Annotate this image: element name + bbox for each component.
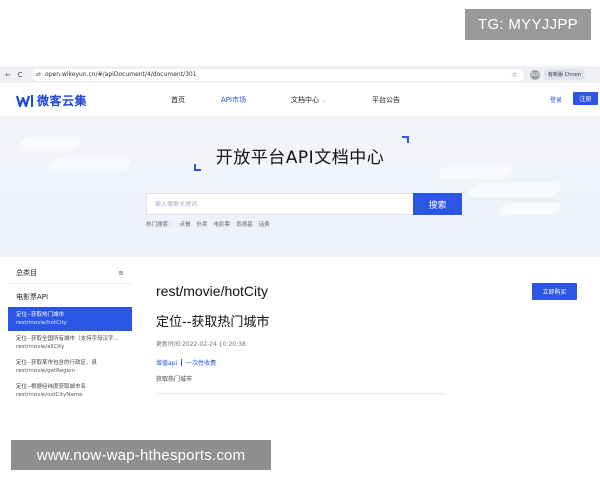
hot-term[interactable]: 肯德基: [236, 220, 253, 228]
buy-now-button[interactable]: 立即购买: [532, 283, 577, 300]
api-name: 定位--获取热门城市: [156, 315, 270, 330]
logo-text: 微客云集: [37, 94, 88, 108]
sidebar-item-path: rest/movie/allCity: [16, 344, 65, 350]
chevron-down-icon: ⌄: [322, 98, 327, 104]
sidebar-item-all-city[interactable]: 定位--获取全国所有城市（支持字母汉字... rest/movie/allCit…: [8, 331, 132, 355]
nav-notice[interactable]: 平台公告: [372, 95, 400, 105]
hero-decoration: [496, 203, 564, 215]
hot-term[interactable]: 点餐: [180, 220, 191, 228]
nav-home[interactable]: 首页: [171, 95, 185, 105]
sidebar-item-title: 定位--获取全国所有城市（支持字母汉字...: [16, 336, 119, 342]
hot-term[interactable]: 话费: [259, 220, 270, 228]
nav-doc-center[interactable]: 文档中心 ⌄: [291, 95, 326, 105]
logo-mark-icon: [16, 94, 34, 108]
url-text: open.wikeyun.cn/#/apiDocument/4/document…: [45, 71, 197, 78]
tag-one-time-fee[interactable]: 一次性收费: [186, 358, 216, 367]
sidebar-item-region[interactable]: 定位--获取某市包含的行政区、县 rest/movie/getRegion: [8, 355, 132, 379]
hot-search-row: 热门搜索： 点餐 外卖 电影票 肯德基 话费: [146, 220, 270, 228]
hero-banner: 开放平台API文档中心 搜索 热门搜索： 点餐 外卖 电影票 肯德基 话费: [0, 117, 600, 257]
sidebar-item-path: rest/movie/ostCityName: [16, 392, 83, 398]
nav-api-market[interactable]: API市场: [221, 95, 246, 105]
top-navigation: 微客云集 首页 API市场 文档中心 ⌄ 平台公告 登录 注册: [0, 83, 600, 117]
corner-bracket-icon: [402, 136, 409, 143]
filter-icon[interactable]: ≡: [118, 269, 124, 277]
sidebar-title: 总类目: [16, 268, 37, 277]
bookmark-star-icon[interactable]: ☆: [511, 70, 518, 79]
nav-doc-center-label: 文档中心: [291, 96, 319, 104]
sidebar-category[interactable]: 电影票API: [8, 284, 132, 307]
sidebar-header: 总类目 ≡: [8, 262, 132, 284]
sidebar-item-city-name[interactable]: 定位--根据经纬度获取城市名 rest/movie/ostCityName: [8, 379, 132, 403]
divider: [156, 393, 446, 394]
extension-icon[interactable]: SEO: [530, 69, 540, 80]
url-overlay-banner: www.now-wap-hthesports.com: [11, 440, 271, 470]
login-link[interactable]: 登录: [550, 95, 562, 104]
register-button[interactable]: 注册: [573, 92, 598, 105]
sidebar-item-path: rest/movie/getRegion: [16, 368, 76, 374]
updated-time: 更新时间:2022-02-24 10:20:38: [156, 341, 246, 348]
tag-value-added[interactable]: 增值api: [156, 358, 177, 367]
api-detail-panel: rest/movie/hotCity 立即购买 定位--获取热门城市 更新时间:…: [146, 262, 592, 412]
category-sidebar: 总类目 ≡ 电影票API 定位--获取热门城市 rest/movie/hotCi…: [8, 262, 132, 412]
site-info-icon[interactable]: ⇄: [36, 71, 41, 78]
sidebar-item-hot-city[interactable]: 定位--获取热门城市 rest/movie/hotCity: [8, 307, 132, 331]
sidebar-item-title: 定位--获取某市包含的行政区、县: [16, 360, 97, 366]
hero-decoration: [465, 183, 565, 197]
search-input[interactable]: [146, 193, 413, 215]
browser-address-bar: ← C ⇄ open.wikeyun.cn/#/apiDocument/4/do…: [0, 66, 600, 83]
sidebar-item-title: 定位--根据经纬度获取城市名: [16, 384, 86, 390]
page-title: 开放平台API文档中心: [215, 148, 385, 168]
sidebar-item-path: rest/movie/hotCity: [16, 320, 67, 326]
api-description: 获取热门城市: [156, 376, 193, 383]
site-logo[interactable]: 微客云集: [16, 92, 87, 109]
new-version-button[interactable]: 有新版 Chrom: [544, 69, 586, 80]
hot-search-label: 热门搜索：: [146, 222, 174, 228]
hot-term[interactable]: 电影票: [214, 220, 231, 228]
search-bar: 搜索: [146, 193, 462, 215]
back-arrow-icon[interactable]: ←: [2, 71, 14, 79]
hot-term[interactable]: 外卖: [197, 220, 208, 228]
reload-icon[interactable]: C: [14, 71, 26, 79]
url-field[interactable]: ⇄ open.wikeyun.cn/#/apiDocument/4/docume…: [32, 68, 524, 81]
tg-overlay-label: TG: MYYJJPP: [465, 9, 591, 40]
sidebar-item-title: 定位--获取热门城市: [16, 312, 64, 318]
tag-divider: [181, 359, 183, 366]
api-path: rest/movie/hotCity: [156, 283, 269, 299]
search-button[interactable]: 搜索: [413, 193, 462, 215]
api-tags: 增值api 一次性收费: [156, 358, 216, 367]
